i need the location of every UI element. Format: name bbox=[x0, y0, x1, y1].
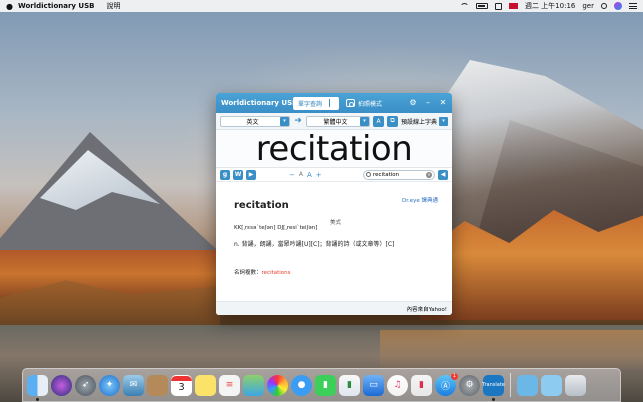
minimize-button[interactable]: – bbox=[424, 99, 432, 107]
clipboard-lookup-icon[interactable]: ⧉ bbox=[387, 115, 398, 127]
content-source-footer: 內容來自Yahoo! bbox=[216, 301, 452, 315]
mountain-left bbox=[0, 132, 230, 262]
dictionary-select-value: 預設線上字典 bbox=[401, 118, 438, 126]
tab-photo-mode[interactable]: 拍照模式 bbox=[342, 97, 386, 110]
plural-form: 名詞複數：recitations bbox=[234, 268, 291, 276]
menubar-user[interactable]: ger bbox=[582, 2, 594, 10]
running-indicator bbox=[492, 397, 495, 401]
wikipedia-icon[interactable]: W bbox=[233, 169, 243, 180]
notes-icon[interactable] bbox=[195, 374, 216, 396]
app-store-badge: 1 bbox=[451, 372, 458, 380]
translate-a-icon[interactable]: A bbox=[373, 115, 384, 127]
settings-gear-icon[interactable]: ⚙ bbox=[409, 99, 417, 107]
tab-photo-mode-label: 拍照模式 bbox=[358, 100, 383, 108]
maps-icon[interactable] bbox=[243, 374, 264, 396]
menu-bar: ● Worldictionary USB 說明 週二 上午10:16 ger bbox=[0, 0, 643, 12]
input-source-flag-icon[interactable] bbox=[508, 3, 518, 9]
font-size-control: − A A + bbox=[289, 171, 322, 179]
translate-app-label: Translate bbox=[482, 382, 505, 388]
menubar-status-area: 週二 上午10:16 ger bbox=[459, 1, 637, 11]
plural-label: 名詞複數： bbox=[234, 270, 262, 276]
window-title: Worldictionary USB bbox=[221, 99, 298, 107]
small-a-icon: A bbox=[298, 171, 303, 178]
apple-menu-icon[interactable]: ● bbox=[6, 2, 18, 11]
decrease-font-button[interactable]: − bbox=[289, 171, 295, 179]
youtube-icon[interactable]: ▶ bbox=[246, 169, 256, 180]
search-input-value: recitation bbox=[373, 171, 400, 178]
dock-separator bbox=[510, 373, 511, 397]
app-store-icon[interactable]: Ⓐ 1 bbox=[435, 372, 458, 396]
screen-mirroring-icon[interactable] bbox=[494, 2, 502, 10]
camera-icon bbox=[346, 99, 356, 107]
downloads-folder-icon[interactable] bbox=[541, 374, 562, 396]
search-icon bbox=[366, 172, 371, 177]
calendar-icon[interactable]: 3 bbox=[171, 374, 192, 396]
definition-panel: Dr.eye 譯典通 recitation 美式 KK[͵rɛsəˋteʃən]… bbox=[216, 182, 452, 276]
chevron-down-icon: ▾ bbox=[280, 116, 289, 126]
chevron-down-icon: ▾ bbox=[439, 116, 449, 126]
book-icon bbox=[325, 99, 335, 107]
notification-center-icon[interactable] bbox=[629, 3, 637, 9]
plural-word[interactable]: recitations bbox=[262, 270, 291, 276]
wifi-icon[interactable] bbox=[459, 3, 469, 9]
contacts-icon[interactable] bbox=[147, 374, 168, 396]
trash-icon[interactable] bbox=[565, 374, 586, 396]
recognized-word: recitation bbox=[255, 128, 413, 169]
menu-help[interactable]: 說明 bbox=[106, 1, 120, 11]
siri-dock-icon[interactable] bbox=[51, 374, 72, 396]
running-indicator bbox=[36, 397, 39, 401]
battery-icon[interactable] bbox=[475, 3, 488, 9]
itunes-icon[interactable]: ♫ bbox=[387, 374, 408, 396]
source-link[interactable]: Dr.eye 譯典通 bbox=[402, 196, 438, 204]
tab-word-lookup[interactable]: 單字查詢 bbox=[293, 96, 340, 110]
large-a-icon: A bbox=[306, 170, 312, 179]
phonetic-transcription: KK[͵rɛsəˋteʃən] DJ[͵resiˋteiʃən] bbox=[234, 225, 318, 231]
swap-languages-arrow-icon[interactable]: ➜ bbox=[293, 117, 303, 126]
target-language-select[interactable]: 繁體中文 ▾ bbox=[306, 115, 370, 127]
facetime-icon[interactable]: ▮ bbox=[315, 374, 336, 396]
handwriting-word-display[interactable]: recitation bbox=[216, 130, 452, 168]
search-input[interactable]: recitation ✕ bbox=[363, 169, 435, 180]
applications-folder-icon[interactable] bbox=[517, 374, 538, 396]
keynote-icon[interactable]: ▭ bbox=[363, 374, 384, 396]
source-language-value: 英文 bbox=[246, 118, 259, 126]
definition-text: n. 背誦，朗誦，當眾吟誦[U][C]；背誦的詩（或文章等）[C] bbox=[234, 241, 395, 248]
system-preferences-icon[interactable]: ⚙ bbox=[459, 374, 480, 396]
spotlight-search-icon[interactable] bbox=[601, 3, 607, 9]
calendar-day: 3 bbox=[178, 381, 185, 393]
dictionary-window: Worldictionary USB 單字查詢 拍照模式 ⚙ – ✕ 英文 ▾ … bbox=[216, 93, 452, 315]
speaker-icon[interactable]: ◀ bbox=[438, 169, 448, 180]
numbers-icon[interactable]: ▮ bbox=[339, 374, 360, 396]
menubar-clock[interactable]: 週二 上午10:16 bbox=[525, 1, 575, 11]
clear-search-icon[interactable]: ✕ bbox=[426, 171, 432, 178]
window-controls: ⚙ – ✕ bbox=[409, 99, 447, 107]
photos-icon[interactable] bbox=[267, 374, 288, 396]
ibooks-icon[interactable]: ▮ bbox=[411, 374, 432, 396]
headword: recitation bbox=[234, 200, 289, 211]
close-button[interactable]: ✕ bbox=[439, 99, 447, 107]
accent-label: 美式 bbox=[330, 220, 342, 226]
action-bar: g W ▶ − A A + recitation ✕ ◀ bbox=[216, 168, 452, 182]
language-toolbar: 英文 ▾ ➜ 繁體中文 ▾ A ⧉ 預設線上字典 ▾ bbox=[216, 113, 452, 130]
title-bar[interactable]: Worldictionary USB 單字查詢 拍照模式 ⚙ – ✕ bbox=[216, 93, 452, 113]
tab-word-lookup-label: 單字查詢 bbox=[298, 100, 323, 108]
source-language-select[interactable]: 英文 ▾ bbox=[220, 115, 290, 127]
finder-icon[interactable] bbox=[27, 374, 48, 401]
increase-font-button[interactable]: + bbox=[316, 171, 322, 179]
siri-icon[interactable] bbox=[614, 2, 622, 10]
lake-reflection bbox=[380, 330, 643, 370]
mail-icon[interactable]: ✉ bbox=[123, 374, 144, 396]
safari-icon[interactable]: ✦ bbox=[99, 374, 120, 396]
reminders-icon[interactable]: ≡ bbox=[219, 374, 240, 396]
footer-text: 內容來自Yahoo! bbox=[406, 306, 447, 313]
dock: ➶ ✦ ✉ 3 ≡ ● ▮ ▮ ▭ ♫ ▮ Ⓐ 1 ⚙ Translate bbox=[22, 368, 621, 402]
dictionary-select[interactable]: 預設線上字典 ▾ bbox=[401, 116, 449, 127]
google-search-icon[interactable]: g bbox=[220, 169, 230, 180]
messages-icon[interactable]: ● bbox=[291, 374, 312, 396]
launchpad-icon[interactable]: ➶ bbox=[75, 374, 96, 396]
chevron-down-icon: ▾ bbox=[360, 116, 369, 126]
target-language-value: 繁體中文 bbox=[323, 118, 348, 126]
menubar-app-name[interactable]: Worldictionary USB bbox=[18, 2, 94, 10]
translate-app-icon[interactable]: Translate bbox=[482, 374, 505, 401]
